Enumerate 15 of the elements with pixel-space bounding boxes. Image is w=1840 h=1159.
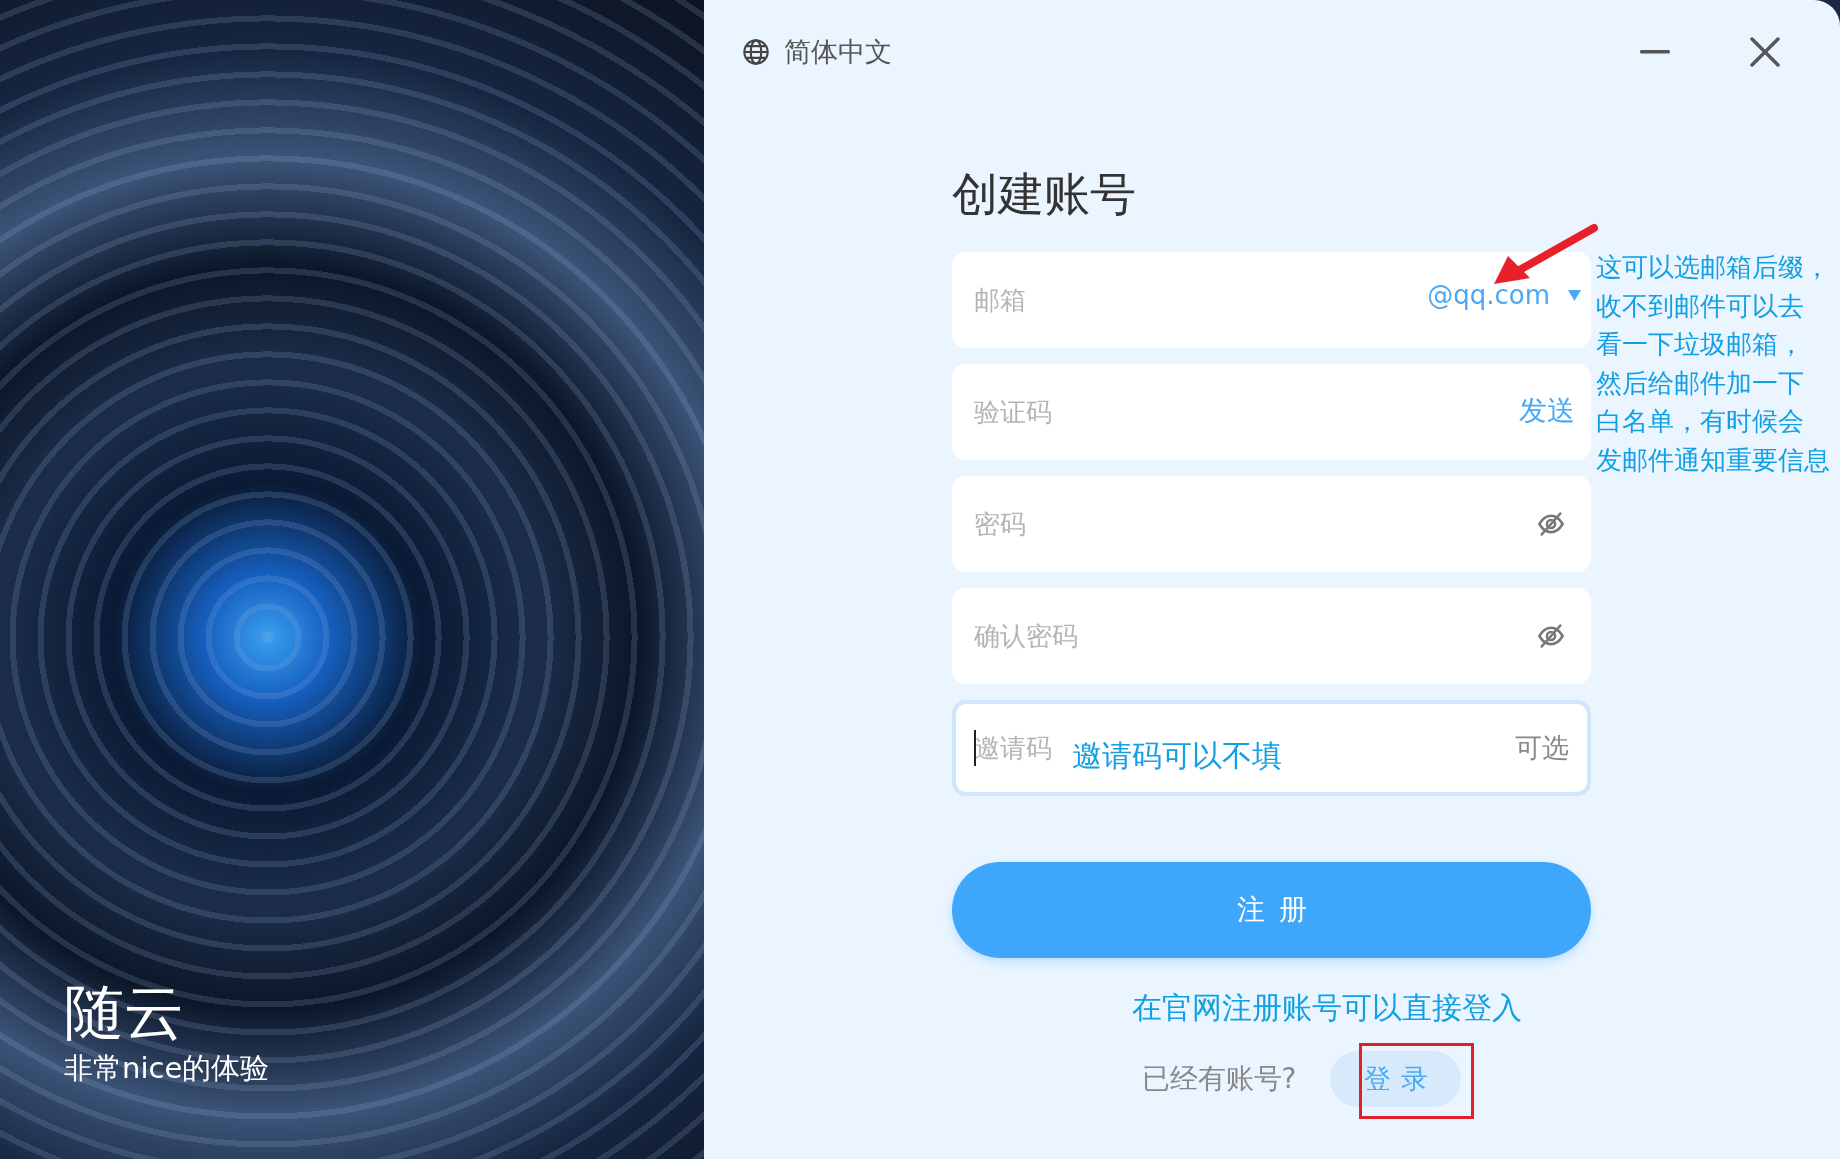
- app-tagline: 非常nice的体验: [64, 1050, 270, 1087]
- send-code-link[interactable]: 发送: [1519, 392, 1575, 430]
- language-button[interactable]: 简体中文: [742, 34, 892, 70]
- email-suffix-dropdown[interactable]: @qq.com: [1427, 280, 1581, 310]
- annotation-note: 邀请码可以不填: [1072, 737, 1282, 775]
- app-name: 随云: [64, 979, 185, 1045]
- annotation-note: 这可以选邮箱后缀， 收不到邮件可以去 看一下垃圾邮箱， 然后给邮件加一下 白名单，有时候会 发邮件通知重要信息: [1596, 251, 1831, 477]
- input-field[interactable]: 确认密码: [952, 588, 1591, 684]
- input-field[interactable]: 密码: [952, 476, 1591, 572]
- form-title: 创建账号: [952, 166, 1137, 223]
- optional-hint: 可选: [1515, 731, 1569, 765]
- login-prompt: 已经有账号?: [1141, 1061, 1297, 1097]
- register-button[interactable]: 注册: [952, 862, 1591, 958]
- login-button[interactable]: 登录: [1330, 1051, 1462, 1107]
- annotation-note: 在官网注册账号可以直接登入: [1131, 989, 1522, 1027]
